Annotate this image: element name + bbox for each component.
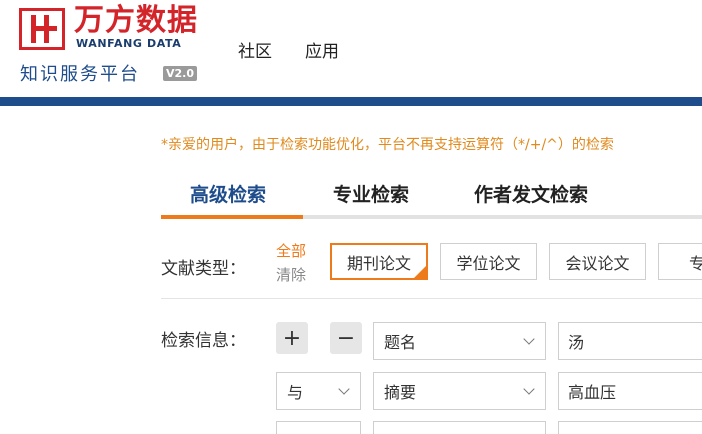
doc-type-label-text: 期刊论文 — [346, 253, 411, 273]
field-select-value: 题名 — [384, 333, 417, 352]
operator-select-3[interactable] — [276, 421, 361, 434]
chevron-down-icon — [338, 383, 350, 395]
doc-type-patent-button[interactable]: 专 — [658, 243, 702, 280]
field-select-3[interactable] — [373, 421, 546, 434]
field-select-2[interactable]: 摘要 — [373, 372, 546, 410]
version-badge: V2.0 — [163, 66, 197, 81]
search-input-2[interactable] — [558, 372, 702, 410]
header-divider — [0, 97, 702, 106]
wanfang-logo-icon[interactable] — [19, 8, 65, 50]
doc-type-label-text: 会议论文 — [565, 253, 630, 273]
brand-subtitle: WANFANG DATA — [76, 37, 182, 50]
brand-title[interactable]: 万方数据 — [74, 4, 198, 38]
doc-type-label: 文献类型： — [161, 259, 246, 279]
search-input-1[interactable] — [558, 322, 702, 360]
doc-type-label-text: 专 — [689, 253, 702, 273]
doc-type-journal-button[interactable]: 期刊论文 — [330, 243, 428, 280]
clear-link[interactable]: 清除 — [276, 264, 306, 285]
active-tab-indicator — [161, 215, 303, 219]
section-divider — [161, 298, 702, 299]
search-input-3[interactable] — [558, 421, 702, 434]
tab-author-search[interactable]: 作者发文检索 — [474, 180, 588, 207]
site-header: 万方数据 WANFANG DATA 知识服务平台 V2.0 社区 应用 — [0, 0, 702, 97]
field-select-value: 摘要 — [384, 383, 417, 402]
operator-select-value: 与 — [287, 383, 304, 402]
doc-type-conference-button[interactable]: 会议论文 — [549, 243, 646, 280]
select-all-link[interactable]: 全部 — [276, 240, 306, 261]
nav-apps[interactable]: 应用 — [305, 37, 339, 62]
tab-advanced-search[interactable]: 高级检索 — [190, 180, 266, 207]
tab-professional-search[interactable]: 专业检索 — [333, 180, 409, 207]
doc-type-label-text: 学位论文 — [456, 253, 521, 273]
search-info-label: 检索信息： — [161, 331, 246, 351]
add-row-button[interactable]: + — [276, 322, 308, 354]
operator-notice: *亲爱的用户，由于检索功能优化，平台不再支持运算符（*/+/^）的检索 — [161, 137, 614, 153]
brand-tagline: 知识服务平台 — [20, 64, 140, 85]
operator-select-2[interactable]: 与 — [276, 372, 361, 410]
remove-row-button[interactable]: − — [330, 322, 362, 354]
field-select-1[interactable]: 题名 — [373, 322, 546, 360]
chevron-down-icon — [523, 383, 535, 395]
chevron-down-icon — [523, 333, 535, 345]
selected-corner-icon — [414, 266, 426, 278]
nav-community[interactable]: 社区 — [238, 37, 272, 62]
doc-type-thesis-button[interactable]: 学位论文 — [440, 243, 537, 280]
